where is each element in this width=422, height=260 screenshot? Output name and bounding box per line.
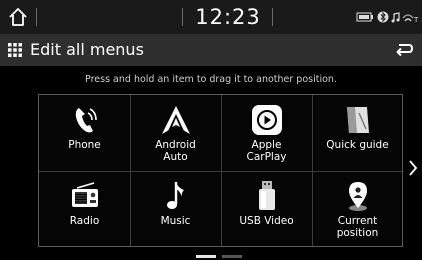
phone-icon — [75, 108, 97, 133]
status-divider — [182, 8, 183, 26]
page-title: Edit all menus — [30, 40, 144, 59]
menu-item-quick-guide[interactable]: Quick guide — [312, 95, 403, 171]
menu-item-music[interactable]: Music — [130, 171, 221, 247]
menu-item-radio[interactable]: Radio — [39, 171, 130, 247]
menu-item-label: USB Video — [239, 215, 294, 227]
status-icons: T — [356, 9, 420, 25]
menu-grid: Phone Android Auto Apple CarPlay Quick g… — [38, 94, 403, 247]
svg-text:T: T — [413, 16, 419, 24]
menu-item-current-position[interactable]: Current position — [312, 171, 403, 247]
menu-item-android-auto[interactable]: Android Auto — [130, 95, 221, 171]
menu-item-label: Phone — [68, 139, 101, 151]
back-button[interactable] — [394, 42, 414, 58]
menu-item-label: Android Auto — [155, 139, 196, 163]
location-pin-icon — [349, 182, 367, 211]
menu-item-label: Current position — [336, 215, 379, 239]
chevron-right-icon — [409, 160, 418, 176]
status-divider — [272, 8, 273, 26]
battery-icon — [356, 12, 373, 22]
android-auto-icon — [162, 106, 190, 134]
status-bar: 12:23 T — [0, 0, 422, 34]
screen: 12:23 T Edit all menus Press and hold an… — [0, 0, 422, 260]
menu-item-label: Radio — [69, 215, 100, 227]
bluetooth-icon — [377, 11, 389, 23]
music-small-icon — [391, 12, 400, 23]
menu-item-label: Apple CarPlay — [246, 139, 287, 163]
menu-item-label: Music — [160, 215, 191, 227]
back-icon — [396, 44, 414, 57]
signal-icon: T — [402, 14, 419, 24]
clock: 12:23 — [195, 5, 261, 29]
page-indicator-active — [196, 255, 216, 258]
next-page-button[interactable] — [407, 158, 419, 178]
menu-item-usb-video[interactable]: USB Video — [221, 171, 312, 247]
menu-item-phone[interactable]: Phone — [39, 95, 130, 171]
home-icon — [9, 8, 27, 26]
apple-carplay-icon — [252, 105, 282, 135]
music-note-icon — [167, 182, 184, 209]
grid-menu-icon — [8, 43, 22, 57]
title-bar: Edit all menus — [0, 34, 422, 66]
page-indicator[interactable] — [222, 255, 242, 258]
radio-icon — [72, 182, 98, 207]
instruction-text: Press and hold an item to drag it to ano… — [85, 74, 337, 85]
usb-video-icon — [259, 181, 275, 210]
menu-item-apple-carplay[interactable]: Apple CarPlay — [221, 95, 312, 171]
menu-item-label: Quick guide — [326, 139, 389, 151]
home-button[interactable] — [6, 6, 30, 28]
quick-guide-icon — [347, 107, 369, 133]
status-divider — [36, 8, 37, 26]
